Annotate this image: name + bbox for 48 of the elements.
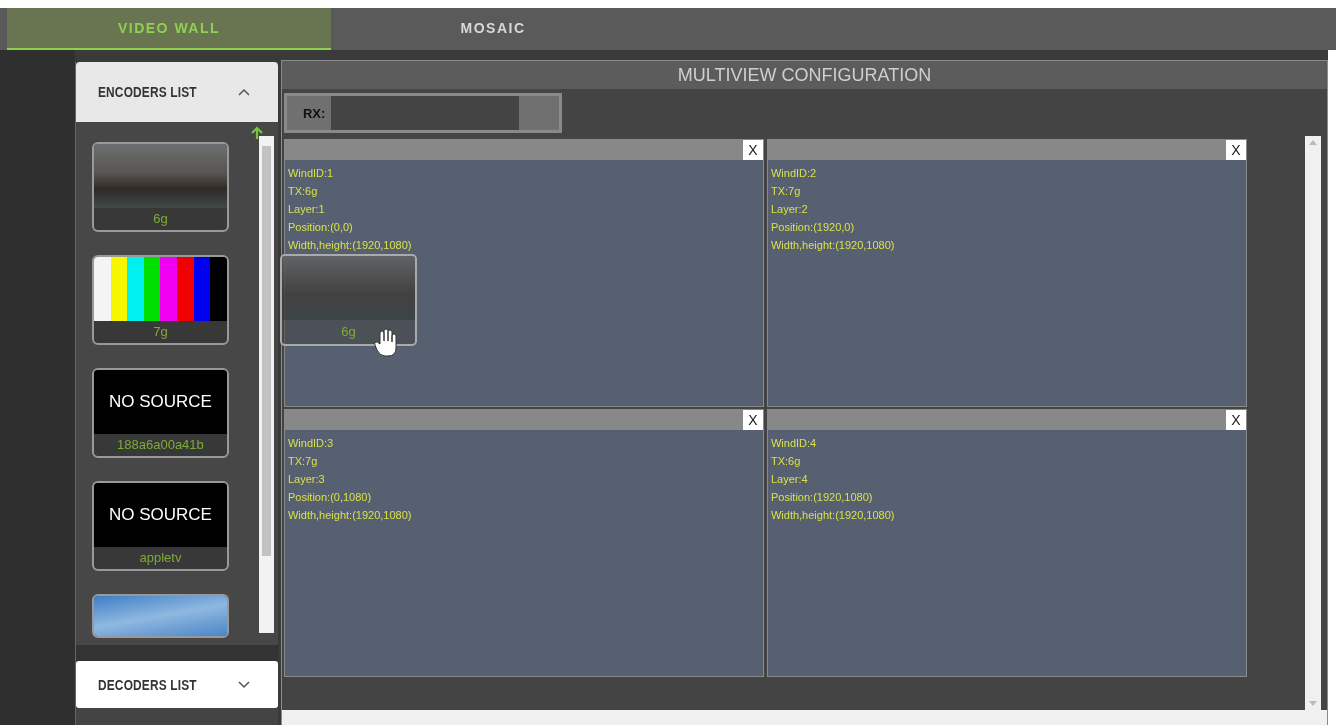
encoder-tile[interactable]: NO SOURCE 188a6a00a41b <box>91 368 229 458</box>
window-info-text: TX:6g <box>287 184 319 199</box>
window-info-text: WindID:4 <box>770 436 818 451</box>
scrollbar[interactable] <box>259 136 275 633</box>
close-button[interactable]: X <box>742 410 763 430</box>
window-info-text: TX:6g <box>770 454 802 469</box>
chevron-icon <box>237 88 250 96</box>
close-button[interactable]: X <box>1225 140 1246 160</box>
window-info-text: Width,height:(1920,1080) <box>287 238 413 253</box>
scrollbar[interactable] <box>281 710 1327 725</box>
encoder-name: appletv <box>138 549 183 567</box>
rx-field[interactable]: RX: <box>283 93 562 133</box>
encoders-list-header[interactable]: ENCODERS LIST <box>75 62 278 122</box>
window-info-text: Layer:4 <box>770 472 809 487</box>
window-info-text: Width,height:(1920,1080) <box>770 508 896 523</box>
window-info-text: Position:(1920,0) <box>770 220 856 235</box>
up-arrow-icon[interactable] <box>249 126 264 140</box>
encoder-name: 6g <box>152 210 169 228</box>
window-info-text: WindID:1 <box>287 166 335 181</box>
panel-title: MULTIVIEW CONFIGURATION <box>281 61 1327 89</box>
window-info-text: TX:7g <box>287 454 319 469</box>
window-info-text: Layer:1 <box>287 202 326 217</box>
window-info-text: Layer:2 <box>770 202 809 217</box>
window-info-text: WindID:3 <box>287 436 335 451</box>
window-info-text: TX:7g <box>770 184 802 199</box>
window-info-text: Position:(1920,1080) <box>770 490 874 505</box>
window-info-text: Width,height:(1920,1080) <box>287 508 413 523</box>
scrollbar[interactable] <box>1305 136 1321 710</box>
no-source-text: NO SOURCE <box>108 505 212 525</box>
close-button[interactable]: X <box>1225 410 1246 430</box>
window-info-text: Position:(0,1080) <box>287 490 373 505</box>
no-source-text: NO SOURCE <box>108 392 212 412</box>
window-info-text: Layer:3 <box>287 472 326 487</box>
close-button[interactable]: X <box>742 140 763 160</box>
encoder-tile[interactable]: 6g <box>91 142 229 232</box>
chevron-icon <box>237 680 250 689</box>
scroll-up-arrow-icon[interactable] <box>1309 140 1317 145</box>
window-info-text: Position:(0,0) <box>287 220 354 235</box>
encoder-name: 7g <box>152 323 169 341</box>
scroll-down-arrow-icon[interactable] <box>1309 701 1317 706</box>
encoder-tile[interactable]: NO SOURCE appletv <box>91 481 229 571</box>
window-info-text: Width,height:(1920,1080) <box>770 238 896 253</box>
encoder-tile[interactable]: 7g <box>91 255 229 345</box>
window-info-text: WindID:2 <box>770 166 818 181</box>
hand-cursor-icon <box>374 328 398 358</box>
drag-preview: 6g <box>280 254 417 346</box>
encoder-name: 188a6a00a41b <box>116 436 205 454</box>
decoders-list-header[interactable]: DECODERS LIST <box>75 661 278 708</box>
